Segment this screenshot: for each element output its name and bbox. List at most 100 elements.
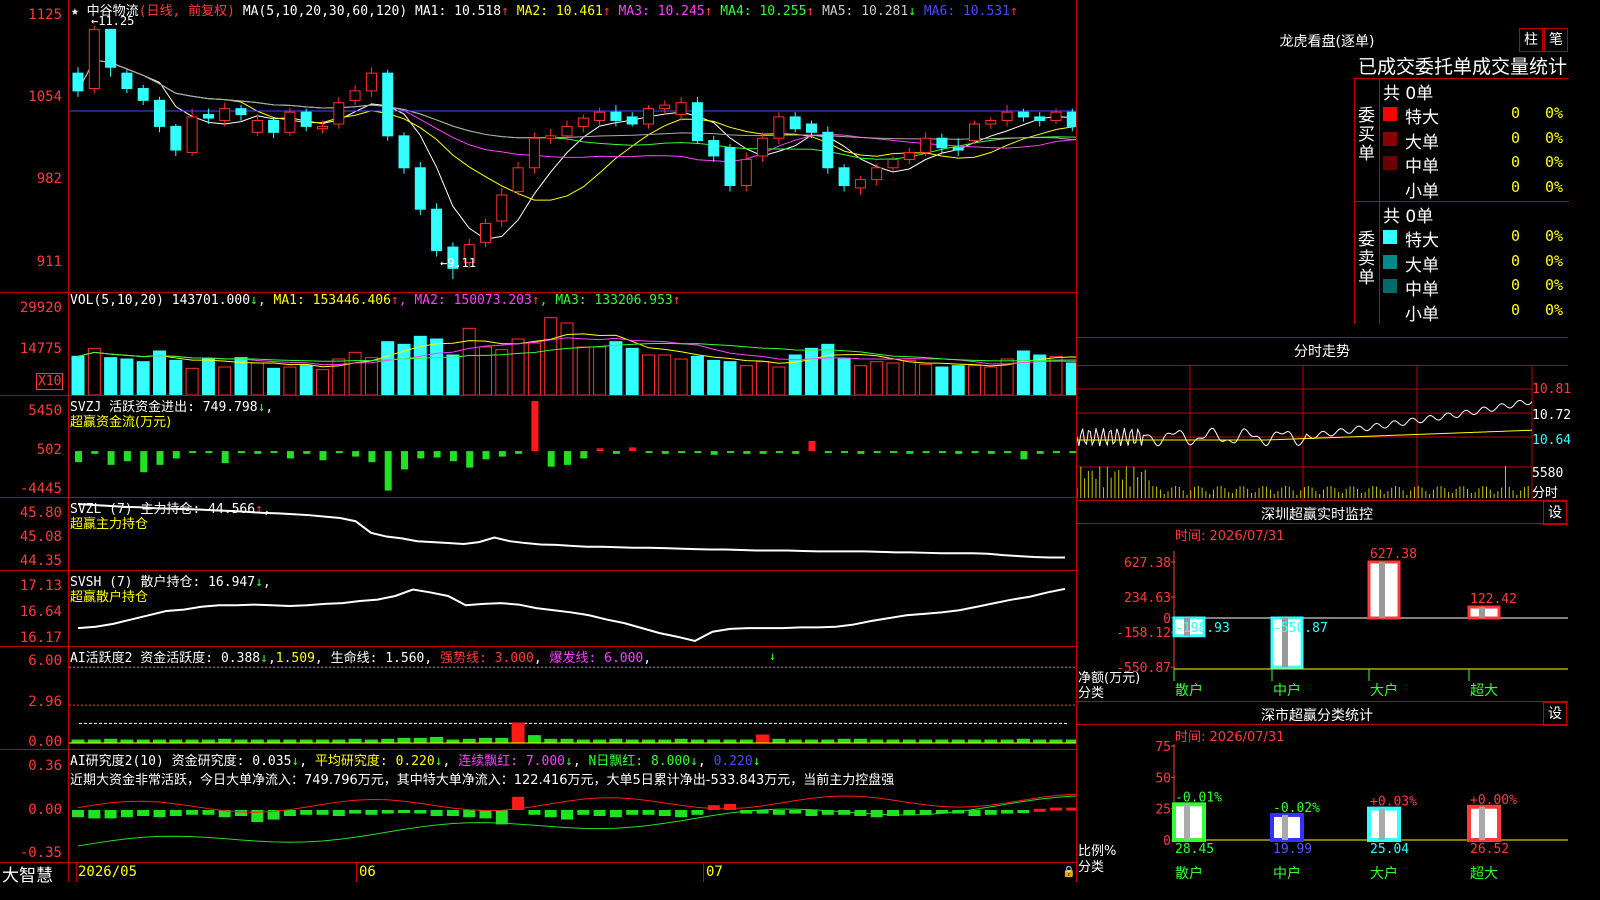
research-bar	[349, 810, 362, 814]
volume-bar	[593, 346, 607, 395]
ratio-axis-label: 0	[1163, 834, 1171, 849]
ai-research-panel[interactable]: AI研究度2(10) 资金研究度: 0.035↓, 平均研究度: 0.220↓,…	[0, 750, 1076, 863]
monitor-left-label2: 分类	[1078, 686, 1105, 701]
svzj-panel[interactable]: SVZJ 活跃资金进出: 749.798↓, 超赢资金流(万元) 5450 50…	[0, 396, 1076, 498]
candle-body	[349, 90, 361, 101]
candle-body	[969, 123, 980, 142]
candle-body	[561, 125, 573, 137]
volume-bar	[707, 359, 721, 395]
net-flow-chart[interactable]: 627.38234.630-158.12-550.87-198.93散户-550…	[1077, 501, 1568, 701]
activity-signal-arrow: ↓	[769, 649, 776, 663]
flow-bar	[368, 451, 376, 463]
research-bar	[283, 810, 296, 816]
svzl-axis-bottom: 44.35	[19, 553, 62, 569]
buy-total: 共 0单	[1383, 84, 1434, 104]
flow-bar	[547, 451, 555, 467]
price-axis-982: 982	[36, 171, 62, 187]
ratio-category: 中户	[1273, 865, 1301, 882]
activity-bar	[756, 734, 770, 744]
vol-ma2-arrow: ↑	[531, 293, 540, 308]
volume-bar	[968, 365, 981, 395]
sell-row-label: 大单	[1405, 255, 1439, 276]
date-label-jul: 07	[706, 864, 723, 880]
ai-research-axis-top: 0.36	[28, 758, 62, 774]
candle-body	[577, 117, 589, 127]
flow-bar	[498, 451, 506, 457]
research-bar	[381, 810, 394, 814]
flow-bar	[873, 451, 881, 454]
lock-icon[interactable]: 🔒	[1062, 865, 1076, 878]
ratio-bar-shade	[1282, 814, 1288, 840]
research-bar	[1001, 810, 1014, 814]
volume-bar	[1049, 355, 1063, 395]
intraday-panel[interactable]: 分时走势 10.81 10.72 10.64 5580 分时	[1077, 338, 1572, 501]
classify-panel[interactable]: 深市超赢分类统计 设 时间: 2026/07/31 75 50 25 0 -0.01% 2…	[1077, 702, 1568, 882]
bar-mode-button[interactable]: 柱	[1519, 28, 1543, 52]
flow-bar	[938, 451, 946, 454]
volume-bars[interactable]	[69, 307, 1076, 395]
ai-active-axis-bottom: 0.00	[28, 734, 62, 750]
flow-bar	[433, 451, 441, 458]
flow-bar	[580, 451, 588, 459]
candlestick-chart[interactable]: ←11.25 ←9.11	[69, 14, 1076, 292]
buy-row-pct: 0%	[1545, 128, 1564, 147]
volume-bar	[185, 367, 199, 395]
monitor-panel[interactable]: 深圳超赢实时监控 设 时间: 2026/07/31 627.38 234.63 0-…	[1077, 501, 1568, 702]
svzj-bars[interactable]	[69, 396, 1076, 497]
research-bar	[169, 810, 182, 816]
volume-panel[interactable]: VOL(5,10,20) 143701.000↓, MA1: 153446.40…	[0, 293, 1076, 396]
intraday-axis-bottom: 10.64	[1532, 433, 1572, 448]
volume-bar	[479, 346, 492, 395]
monitor-axis-label: 0	[1163, 612, 1171, 627]
vol-axis-14775: 14775	[19, 341, 62, 357]
candle-body	[691, 102, 703, 142]
svsh-line[interactable]	[69, 571, 1076, 646]
volume-bar	[495, 349, 509, 395]
tick-mode-button[interactable]: 笔	[1544, 28, 1568, 52]
net-flow-bar-shade	[1379, 562, 1385, 618]
volume-bar	[919, 363, 933, 395]
ratio-chart[interactable]: 75 50 25 0 -0.01% 28.45 散户 -0.02% 19.99 中户 +0.03% 2…	[1077, 702, 1568, 882]
flow-bar	[678, 451, 686, 454]
ai-active-panel[interactable]: AI活跃度2 资金活跃度: 0.388↓,1.509, 生命线: 1.560, …	[0, 647, 1076, 750]
buy-row-pct: 0%	[1545, 153, 1564, 171]
price-panel[interactable]: ★ 中谷物流(日线, 前复权) MA(5,10,20,30,60,120) MA…	[0, 0, 1076, 293]
intraday-chart[interactable]	[1077, 365, 1568, 500]
volume-bar	[886, 362, 900, 395]
candle-body	[512, 167, 524, 192]
flow-bar	[987, 451, 995, 454]
candle-body	[871, 167, 883, 181]
sell-row-label: 小单	[1405, 304, 1439, 325]
buy-row-count: 0	[1511, 153, 1521, 171]
research-bar	[398, 810, 410, 813]
research-bar	[544, 810, 557, 818]
research-bar	[202, 810, 215, 815]
buy-row-count: 0	[1511, 177, 1521, 196]
candle-body	[1034, 116, 1046, 121]
ai-research-axis-mid: 0.00	[28, 802, 62, 818]
flow-bar	[319, 451, 327, 461]
sell-row-count: 0	[1511, 300, 1521, 319]
vol-unit-badge: X10	[36, 373, 64, 390]
sell-row-label: 特大	[1405, 231, 1439, 251]
volume-bar	[853, 365, 867, 395]
flow-bar	[694, 451, 702, 454]
activity-bar	[495, 737, 509, 744]
research-bar	[153, 810, 166, 818]
svzl-line[interactable]	[69, 498, 1076, 570]
intraday-title: 分时走势	[1294, 344, 1350, 360]
ratio-bar-shade	[1379, 808, 1385, 840]
candle-body	[659, 104, 671, 110]
research-bar	[593, 810, 606, 816]
ai-research-bars[interactable]	[69, 750, 1076, 862]
svzj-axis-top: 5450	[28, 403, 62, 419]
svzl-panel[interactable]: SVZL (7) 主力持仓: 44.566↑, 超赢主力持仓 45.80 45.…	[0, 498, 1076, 571]
ai-active-bars[interactable]: ↓	[69, 647, 1076, 749]
volume-bar	[1065, 362, 1076, 395]
buy-swatch	[1383, 131, 1397, 146]
volume-bar	[772, 366, 786, 395]
svsh-panel[interactable]: SVSH (7) 散户持仓: 16.947↓, 超赢散户持仓 17.13 16.…	[0, 571, 1076, 647]
sell-swatch	[1383, 279, 1397, 293]
flow-bar	[1053, 451, 1060, 454]
net-flow-bar-shade	[1479, 607, 1485, 618]
